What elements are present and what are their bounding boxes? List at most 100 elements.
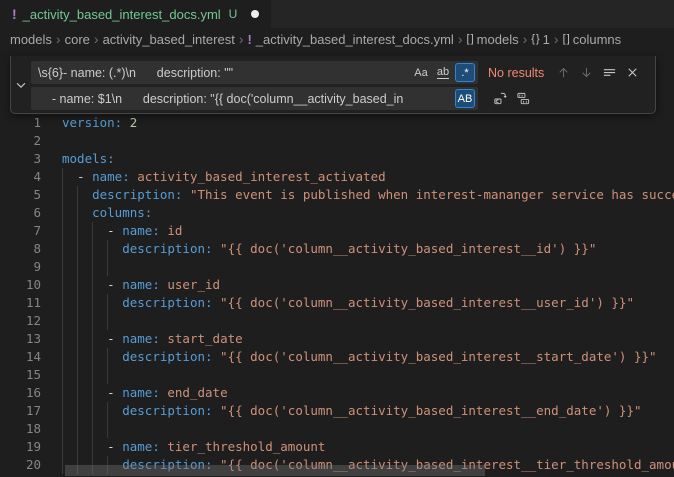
line-number[interactable]: 20 bbox=[0, 456, 41, 474]
breadcrumb: models›core›activity_based_interest›!_ac… bbox=[0, 28, 674, 50]
line-number[interactable]: 4 bbox=[0, 168, 41, 186]
code-line[interactable]: 6 columns: bbox=[0, 204, 674, 222]
tab-activity-based-interest-docs[interactable]: ! _activity_based_interest_docs.yml U bbox=[0, 0, 271, 28]
replace-input[interactable]: - name: $1\n description: "{{ doc('colum… bbox=[31, 87, 478, 110]
code-line[interactable]: 2 bbox=[0, 132, 674, 150]
code-line[interactable]: 14 description: "{{ doc('column__activit… bbox=[0, 348, 674, 366]
code-line[interactable]: 9 bbox=[0, 258, 674, 276]
line-content bbox=[62, 420, 674, 438]
line-number[interactable]: 19 bbox=[0, 438, 41, 456]
code-line[interactable]: 19 - name: tier_threshold_amount bbox=[0, 438, 674, 456]
line-content: - name: user_id bbox=[62, 276, 674, 294]
code-token: version: bbox=[62, 115, 122, 130]
breadcrumb-item[interactable]: [ ]models bbox=[467, 32, 519, 47]
find-in-selection-button[interactable] bbox=[599, 63, 619, 83]
line-number[interactable]: 6 bbox=[0, 204, 41, 222]
line-number[interactable]: 9 bbox=[0, 258, 41, 276]
code-line[interactable]: 11 description: "{{ doc('column__activit… bbox=[0, 294, 674, 312]
code-lines: 1version: 223models:4 - name: activity_b… bbox=[0, 114, 674, 474]
line-content: - name: start_date bbox=[62, 330, 674, 348]
line-number[interactable]: 5 bbox=[0, 186, 41, 204]
line-number[interactable]: 14 bbox=[0, 348, 41, 366]
code-line[interactable]: 10 - name: user_id bbox=[0, 276, 674, 294]
code-token: description: bbox=[122, 295, 212, 310]
symbol-array-icon: [ ] bbox=[467, 33, 473, 45]
code-token: description: bbox=[122, 241, 212, 256]
line-number[interactable]: 10 bbox=[0, 276, 41, 294]
code-line[interactable]: 4 - name: activity_based_interest_activa… bbox=[0, 168, 674, 186]
match-case-button[interactable]: Aa bbox=[411, 63, 431, 82]
unsaved-changes-dot-icon[interactable] bbox=[251, 10, 259, 18]
indent-guide bbox=[77, 186, 78, 204]
indent-guide bbox=[92, 438, 93, 456]
code-line[interactable]: 13 - name: start_date bbox=[0, 330, 674, 348]
replace-button[interactable] bbox=[490, 89, 510, 109]
breadcrumb-item[interactable]: models bbox=[10, 32, 52, 47]
horizontal-scrollbar-thumb[interactable] bbox=[65, 465, 485, 476]
code-token: description: bbox=[122, 349, 212, 364]
line-number[interactable]: 18 bbox=[0, 420, 41, 438]
indent-guide bbox=[62, 186, 63, 204]
line-content: description: "{{ doc('column__activity_b… bbox=[62, 240, 674, 258]
breadcrumb-item[interactable]: core bbox=[65, 32, 90, 47]
preserve-case-button[interactable]: AB bbox=[455, 89, 475, 108]
breadcrumb-separator-icon: › bbox=[56, 31, 61, 47]
find-results-status: No results bbox=[488, 66, 544, 80]
line-number[interactable]: 13 bbox=[0, 330, 41, 348]
breadcrumb-item[interactable]: !_activity_based_interest_docs.yml bbox=[247, 32, 453, 47]
regex-button[interactable]: .* bbox=[455, 63, 475, 82]
symbol-array-icon: [ ] bbox=[563, 33, 569, 45]
code-line[interactable]: 15 bbox=[0, 366, 674, 384]
indent-guide bbox=[62, 384, 63, 402]
line-content: - name: tier_threshold_amount bbox=[62, 438, 674, 456]
tab-bar: ! _activity_based_interest_docs.yml U bbox=[0, 0, 674, 28]
line-number[interactable]: 7 bbox=[0, 222, 41, 240]
line-number[interactable]: 8 bbox=[0, 240, 41, 258]
line-number[interactable]: 11 bbox=[0, 294, 41, 312]
code-line[interactable]: 12 bbox=[0, 312, 674, 330]
indent-guide bbox=[107, 420, 108, 438]
indent-guide bbox=[62, 204, 63, 222]
code-line[interactable]: 3 models: bbox=[0, 150, 674, 168]
code-line[interactable]: 8 description: "{{ doc('column__activity… bbox=[0, 240, 674, 258]
code-token: name: bbox=[122, 439, 160, 454]
indent-guide bbox=[107, 402, 108, 420]
line-number[interactable]: 2 bbox=[0, 132, 41, 150]
code-line[interactable]: 18 bbox=[0, 420, 674, 438]
code-token: models: bbox=[62, 151, 115, 166]
code-line[interactable]: 5 description: "This event is published … bbox=[0, 186, 674, 204]
toggle-replace-button[interactable] bbox=[11, 56, 31, 113]
replace-all-button[interactable] bbox=[513, 89, 533, 109]
line-number[interactable]: 1 bbox=[0, 114, 41, 132]
whole-word-button[interactable]: ab bbox=[433, 63, 453, 82]
previous-match-button[interactable] bbox=[553, 63, 573, 83]
indent-guide bbox=[92, 384, 93, 402]
line-number[interactable]: 12 bbox=[0, 312, 41, 330]
code-line[interactable]: 7 - name: id bbox=[0, 222, 674, 240]
breadcrumb-separator-icon: › bbox=[554, 31, 559, 47]
indent-guide bbox=[77, 348, 78, 366]
line-number[interactable]: 17 bbox=[0, 402, 41, 420]
code-line[interactable]: 16 - name: end_date bbox=[0, 384, 674, 402]
breadcrumb-item[interactable]: activity_based_interest bbox=[103, 32, 235, 47]
indent-guide bbox=[107, 348, 108, 366]
code-token: name: bbox=[92, 169, 130, 184]
indent-guide bbox=[92, 240, 93, 258]
line-content: - name: end_date bbox=[62, 384, 674, 402]
close-find-widget-button[interactable] bbox=[622, 63, 642, 83]
line-number[interactable]: 16 bbox=[0, 384, 41, 402]
indent-guide bbox=[62, 420, 63, 438]
code-line[interactable]: 17 description: "{{ doc('column__activit… bbox=[0, 402, 674, 420]
line-number[interactable]: 15 bbox=[0, 366, 41, 384]
breadcrumb-label: activity_based_interest bbox=[103, 32, 235, 47]
code-line[interactable]: 1version: 2 bbox=[0, 114, 674, 132]
find-replace-widget: \s{6}- name: (.*)\n description: "" Aa a… bbox=[10, 56, 656, 114]
indent-guide bbox=[107, 366, 108, 384]
breadcrumb-item[interactable]: { }1 bbox=[531, 32, 550, 47]
indent-guide bbox=[77, 222, 78, 240]
breadcrumb-item[interactable]: [ ]columns bbox=[563, 32, 622, 47]
next-match-button[interactable] bbox=[576, 63, 596, 83]
find-input[interactable]: \s{6}- name: (.*)\n description: "" Aa a… bbox=[31, 61, 478, 84]
line-number[interactable]: 3 bbox=[0, 150, 41, 168]
editor[interactable]: 1version: 223models:4 - name: activity_b… bbox=[0, 50, 674, 477]
